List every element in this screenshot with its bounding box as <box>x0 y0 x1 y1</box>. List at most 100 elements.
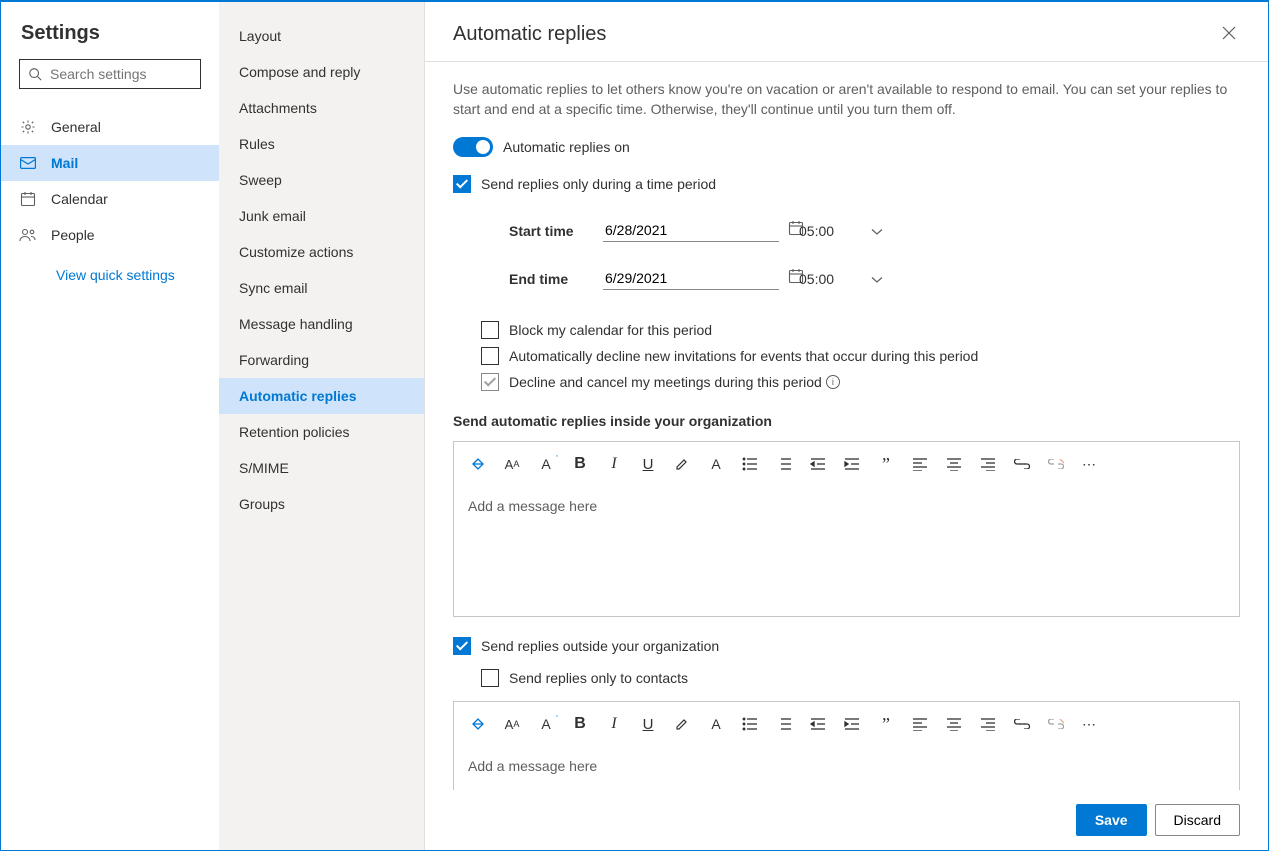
subnav-automatic-replies[interactable]: Automatic replies <box>219 378 424 414</box>
inside-org-editor: AA A◦ B I U A ” ⋯ <box>453 441 1240 617</box>
only-contacts-label: Send replies only to contacts <box>509 670 688 686</box>
subnav-rules[interactable]: Rules <box>219 126 424 162</box>
outside-org-textarea[interactable]: Add a message here <box>454 746 1239 790</box>
nav-calendar[interactable]: Calendar <box>1 181 219 217</box>
underline-button[interactable]: U <box>638 714 658 734</box>
subnav-junk-email[interactable]: Junk email <box>219 198 424 234</box>
time-period-label: Send replies only during a time period <box>481 176 716 192</box>
bullet-list-button[interactable] <box>740 714 760 734</box>
unlink-button[interactable] <box>1046 454 1066 474</box>
font-family-icon[interactable]: AA <box>502 714 522 734</box>
font-size-icon[interactable]: A◦ <box>536 714 556 734</box>
quote-button[interactable]: ” <box>876 714 896 734</box>
inside-org-textarea[interactable]: Add a message here <box>454 486 1239 616</box>
subnav-sweep[interactable]: Sweep <box>219 162 424 198</box>
subnav-retention-policies[interactable]: Retention policies <box>219 414 424 450</box>
number-list-button[interactable] <box>774 454 794 474</box>
settings-nav: General Mail Calendar People <box>1 109 219 253</box>
info-icon[interactable]: i <box>826 375 840 389</box>
italic-button[interactable]: I <box>604 714 624 734</box>
font-size-icon[interactable]: A◦ <box>536 454 556 474</box>
more-options-button[interactable]: ⋯ <box>1080 454 1100 474</box>
decline-new-checkbox[interactable] <box>481 347 499 365</box>
highlight-button[interactable] <box>672 454 692 474</box>
paint-format-icon[interactable] <box>468 714 488 734</box>
outside-org-editor: AA A◦ B I U A ” ⋯ <box>453 701 1240 790</box>
subnav-layout[interactable]: Layout <box>219 18 424 54</box>
mail-settings-subnav: Layout Compose and reply Attachments Rul… <box>219 2 425 850</box>
subnav-attachments[interactable]: Attachments <box>219 90 424 126</box>
subnav-smime[interactable]: S/MIME <box>219 450 424 486</box>
close-button[interactable] <box>1218 22 1240 47</box>
block-calendar-label: Block my calendar for this period <box>509 322 712 338</box>
font-color-button[interactable]: A <box>706 714 726 734</box>
subnav-compose-and-reply[interactable]: Compose and reply <box>219 54 424 90</box>
outdent-button[interactable] <box>808 714 828 734</box>
decline-cancel-label: Decline and cancel my meetings during th… <box>509 374 822 390</box>
settings-dialog: Settings General Mail <box>0 0 1269 851</box>
calendar-icon <box>19 190 37 208</box>
nav-people[interactable]: People <box>1 217 219 253</box>
font-color-button[interactable]: A <box>706 454 726 474</box>
subnav-message-handling[interactable]: Message handling <box>219 306 424 342</box>
end-time-select[interactable]: 05:00 <box>795 271 887 287</box>
nav-mail[interactable]: Mail <box>1 145 219 181</box>
automatic-replies-toggle-label: Automatic replies on <box>503 139 630 155</box>
italic-button[interactable]: I <box>604 454 624 474</box>
subnav-customize-actions[interactable]: Customize actions <box>219 234 424 270</box>
start-time-select[interactable]: 05:00 <box>795 223 887 239</box>
chevron-down-icon <box>871 223 883 239</box>
link-button[interactable] <box>1012 714 1032 734</box>
paint-format-icon[interactable] <box>468 454 488 474</box>
number-list-button[interactable] <box>774 714 794 734</box>
start-date-input[interactable] <box>603 221 788 239</box>
outside-org-label: Send replies outside your organization <box>481 638 719 654</box>
start-time-label: Start time <box>509 223 603 239</box>
underline-button[interactable]: U <box>638 454 658 474</box>
subnav-sync-email[interactable]: Sync email <box>219 270 424 306</box>
save-button[interactable]: Save <box>1076 804 1147 836</box>
align-left-button[interactable] <box>910 454 930 474</box>
outdent-button[interactable] <box>808 454 828 474</box>
discard-button[interactable]: Discard <box>1155 804 1240 836</box>
view-quick-settings-link[interactable]: View quick settings <box>1 253 219 283</box>
quote-button[interactable]: ” <box>876 454 896 474</box>
time-period-checkbox[interactable] <box>453 175 471 193</box>
bullet-list-button[interactable] <box>740 454 760 474</box>
only-contacts-checkbox[interactable] <box>481 669 499 687</box>
end-time-label: End time <box>509 271 603 287</box>
font-family-icon[interactable]: AA <box>502 454 522 474</box>
bold-button[interactable]: B <box>570 714 590 734</box>
link-button[interactable] <box>1012 454 1032 474</box>
chevron-down-icon <box>871 271 883 287</box>
search-settings-box[interactable] <box>19 59 201 89</box>
gear-icon <box>19 118 37 136</box>
mail-icon <box>19 154 37 172</box>
close-icon <box>1222 26 1236 40</box>
align-center-button[interactable] <box>944 454 964 474</box>
indent-button[interactable] <box>842 454 862 474</box>
editor-toolbar: AA A◦ B I U A ” ⋯ <box>454 702 1239 746</box>
indent-button[interactable] <box>842 714 862 734</box>
outside-org-checkbox[interactable] <box>453 637 471 655</box>
align-right-button[interactable] <box>978 714 998 734</box>
block-calendar-checkbox[interactable] <box>481 321 499 339</box>
align-right-button[interactable] <box>978 454 998 474</box>
search-settings-input[interactable] <box>48 65 233 83</box>
settings-content-panel: Automatic replies Use automatic replies … <box>425 2 1268 850</box>
more-options-button[interactable]: ⋯ <box>1080 714 1100 734</box>
align-left-button[interactable] <box>910 714 930 734</box>
automatic-replies-toggle[interactable] <box>453 137 493 157</box>
highlight-button[interactable] <box>672 714 692 734</box>
unlink-button[interactable] <box>1046 714 1066 734</box>
bold-button[interactable]: B <box>570 454 590 474</box>
inside-org-heading: Send automatic replies inside your organ… <box>453 413 1240 429</box>
subnav-forwarding[interactable]: Forwarding <box>219 342 424 378</box>
nav-general[interactable]: General <box>1 109 219 145</box>
end-date-input[interactable] <box>603 269 788 287</box>
decline-cancel-checkbox[interactable] <box>481 373 499 391</box>
align-center-button[interactable] <box>944 714 964 734</box>
page-title: Automatic replies <box>453 23 606 46</box>
page-description: Use automatic replies to let others know… <box>453 80 1240 119</box>
subnav-groups[interactable]: Groups <box>219 486 424 522</box>
